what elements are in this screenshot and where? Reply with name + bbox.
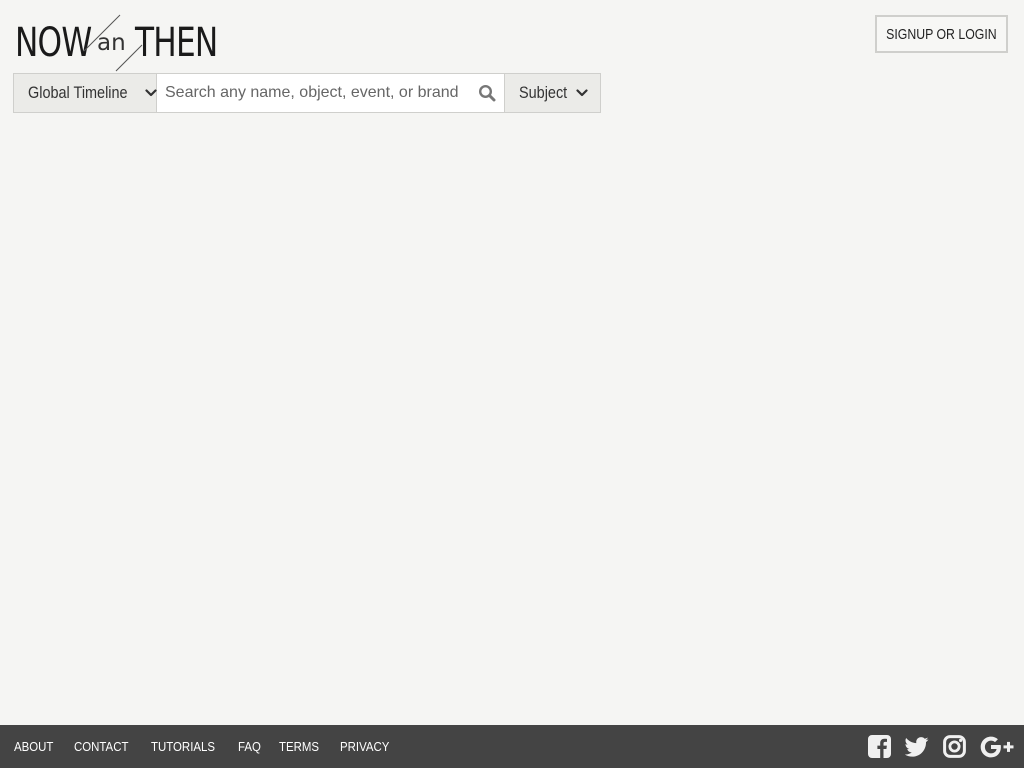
- twitter-icon[interactable]: [905, 736, 929, 757]
- footer-nav: ABOUT CONTACT TUTORIALS FAQ TERMS PRIVAC…: [14, 739, 411, 754]
- google-plus-icon[interactable]: [980, 736, 1014, 758]
- footer-link-faq[interactable]: FAQ: [238, 739, 261, 754]
- search-icon[interactable]: [470, 74, 504, 112]
- search-field-wrapper: [157, 73, 505, 113]
- chevron-down-icon: [576, 89, 588, 97]
- footer-link-privacy[interactable]: PRIVACY: [340, 739, 389, 754]
- footer-link-contact[interactable]: CONTACT: [74, 739, 128, 754]
- footer: ABOUT CONTACT TUTORIALS FAQ TERMS PRIVAC…: [0, 725, 1024, 768]
- timeline-dropdown[interactable]: Global Timeline: [13, 73, 157, 113]
- signup-login-button[interactable]: SIGNUP OR LOGIN: [875, 15, 1008, 53]
- footer-link-about[interactable]: ABOUT: [14, 739, 53, 754]
- site-logo[interactable]: NOW an THEN: [14, 14, 219, 72]
- facebook-icon[interactable]: [868, 735, 891, 758]
- subject-dropdown-label: Subject: [519, 83, 568, 102]
- social-links: [854, 735, 1014, 758]
- instagram-icon[interactable]: [943, 735, 966, 758]
- logo-now: NOW: [15, 20, 92, 66]
- logo-an: an: [97, 30, 126, 56]
- search-input[interactable]: [157, 74, 470, 112]
- signup-login-label: SIGNUP OR LOGIN: [886, 25, 997, 43]
- footer-link-tutorials[interactable]: TUTORIALS: [151, 739, 215, 754]
- logo-then: THEN: [135, 20, 218, 66]
- chevron-down-icon: [145, 89, 157, 97]
- footer-link-terms[interactable]: TERMS: [279, 739, 319, 754]
- subject-dropdown[interactable]: Subject: [505, 73, 601, 113]
- search-bar: Global Timeline Subject: [13, 73, 601, 113]
- timeline-dropdown-label: Global Timeline: [28, 83, 128, 102]
